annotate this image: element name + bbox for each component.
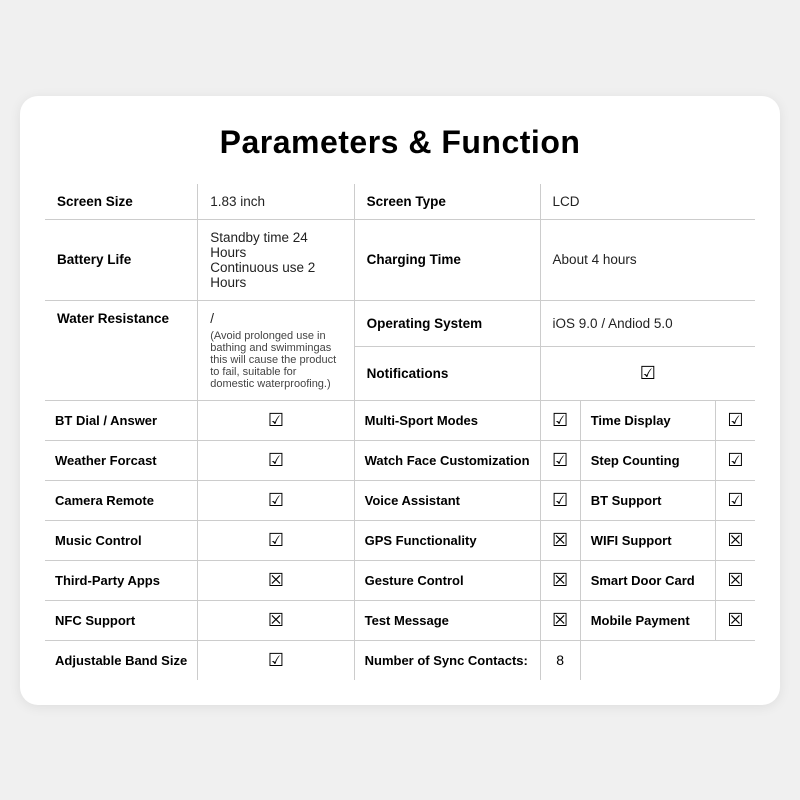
feature-row-7: Adjustable Band Size Number of Sync Cont… — [45, 640, 756, 680]
water-resistance-value: / — [210, 311, 214, 326]
feature-camera-check — [268, 494, 284, 509]
feature-third-party: Third-Party Apps — [55, 573, 160, 588]
feature-multisport-check — [552, 414, 568, 429]
screen-size-label: Screen Size — [57, 194, 133, 209]
feature-third-party-check — [268, 574, 284, 589]
operating-system-label: Operating System — [367, 316, 483, 331]
feature-row-3: Camera Remote Voice Assistant BT Support — [45, 480, 756, 520]
feature-row-2: Weather Forcast Watch Face Customization… — [45, 440, 756, 480]
feature-sync-contacts-value: 8 — [556, 652, 564, 668]
feature-weather-check — [268, 454, 284, 469]
notifications-label: Notifications — [367, 366, 449, 381]
feature-adj-band-check — [268, 654, 284, 669]
screen-type-value: LCD — [553, 194, 580, 209]
feature-row-6: NFC Support Test Message Mobile Payment — [45, 600, 756, 640]
feature-step-counting: Step Counting — [591, 453, 680, 468]
feature-music-check — [268, 534, 284, 549]
feature-voice-check — [552, 494, 568, 509]
feature-gesture: Gesture Control — [365, 573, 464, 588]
feature-weather: Weather Forcast — [55, 453, 157, 468]
water-resistance-label: Water Resistance — [57, 311, 169, 326]
feature-bt-dial-check — [268, 414, 284, 429]
feature-wifi: WIFI Support — [591, 533, 672, 548]
feature-voice: Voice Assistant — [365, 493, 460, 508]
operating-system-value: iOS 9.0 / Andiod 5.0 — [553, 316, 673, 331]
screen-size-value: 1.83 inch — [210, 194, 265, 209]
page-title: Parameters & Function — [44, 124, 756, 161]
feature-step-counting-check — [727, 454, 743, 469]
feature-time-display-check — [727, 414, 743, 429]
feature-time-display: Time Display — [591, 413, 671, 428]
charging-time-value: About 4 hours — [553, 252, 637, 267]
feature-nfc-check — [268, 614, 284, 629]
feature-wifi-check — [727, 534, 743, 549]
row-water: Water Resistance / (Avoid prolonged use … — [45, 300, 756, 346]
feature-test-message: Test Message — [365, 613, 449, 628]
charging-time-label: Charging Time — [367, 252, 461, 267]
feature-smart-door-check — [727, 574, 743, 589]
feature-mobile-payment: Mobile Payment — [591, 613, 690, 628]
row-battery: Battery Life Standby time 24 HoursContin… — [45, 219, 756, 300]
feature-camera: Camera Remote — [55, 493, 154, 508]
water-note: (Avoid prolonged use in bathing and swim… — [210, 330, 341, 390]
feature-row-1: BT Dial / Answer Multi-Sport Modes Time … — [45, 400, 756, 440]
feature-bt-support-check — [727, 494, 743, 509]
feature-multisport: Multi-Sport Modes — [365, 413, 478, 428]
feature-sync-contacts-label: Number of Sync Contacts: — [365, 653, 528, 668]
screen-type-label: Screen Type — [367, 194, 446, 209]
row-screen: Screen Size 1.83 inch Screen Type LCD — [45, 183, 756, 219]
feature-gps-check — [552, 534, 568, 549]
feature-adj-band: Adjustable Band Size — [55, 653, 187, 668]
feature-watchface-check — [552, 454, 568, 469]
feature-row-4: Music Control GPS Functionality WIFI Sup… — [45, 520, 756, 560]
feature-bt-support: BT Support — [591, 493, 662, 508]
feature-test-message-check — [552, 614, 568, 629]
notifications-check — [640, 367, 656, 382]
params-table: Screen Size 1.83 inch Screen Type LCD Ba… — [44, 183, 756, 681]
feature-row-5: Third-Party Apps Gesture Control Smart D… — [45, 560, 756, 600]
battery-life-value: Standby time 24 HoursContinuous use 2 Ho… — [210, 230, 315, 290]
feature-gps: GPS Functionality — [365, 533, 477, 548]
feature-mobile-payment-check — [727, 614, 743, 629]
feature-watchface: Watch Face Customization — [365, 453, 530, 468]
feature-nfc: NFC Support — [55, 613, 135, 628]
feature-bt-dial: BT Dial / Answer — [55, 413, 157, 428]
card: Parameters & Function Screen Size 1.83 i… — [20, 96, 780, 705]
battery-life-label: Battery Life — [57, 252, 131, 267]
feature-gesture-check — [552, 574, 568, 589]
feature-smart-door: Smart Door Card — [591, 573, 695, 588]
feature-music: Music Control — [55, 533, 142, 548]
